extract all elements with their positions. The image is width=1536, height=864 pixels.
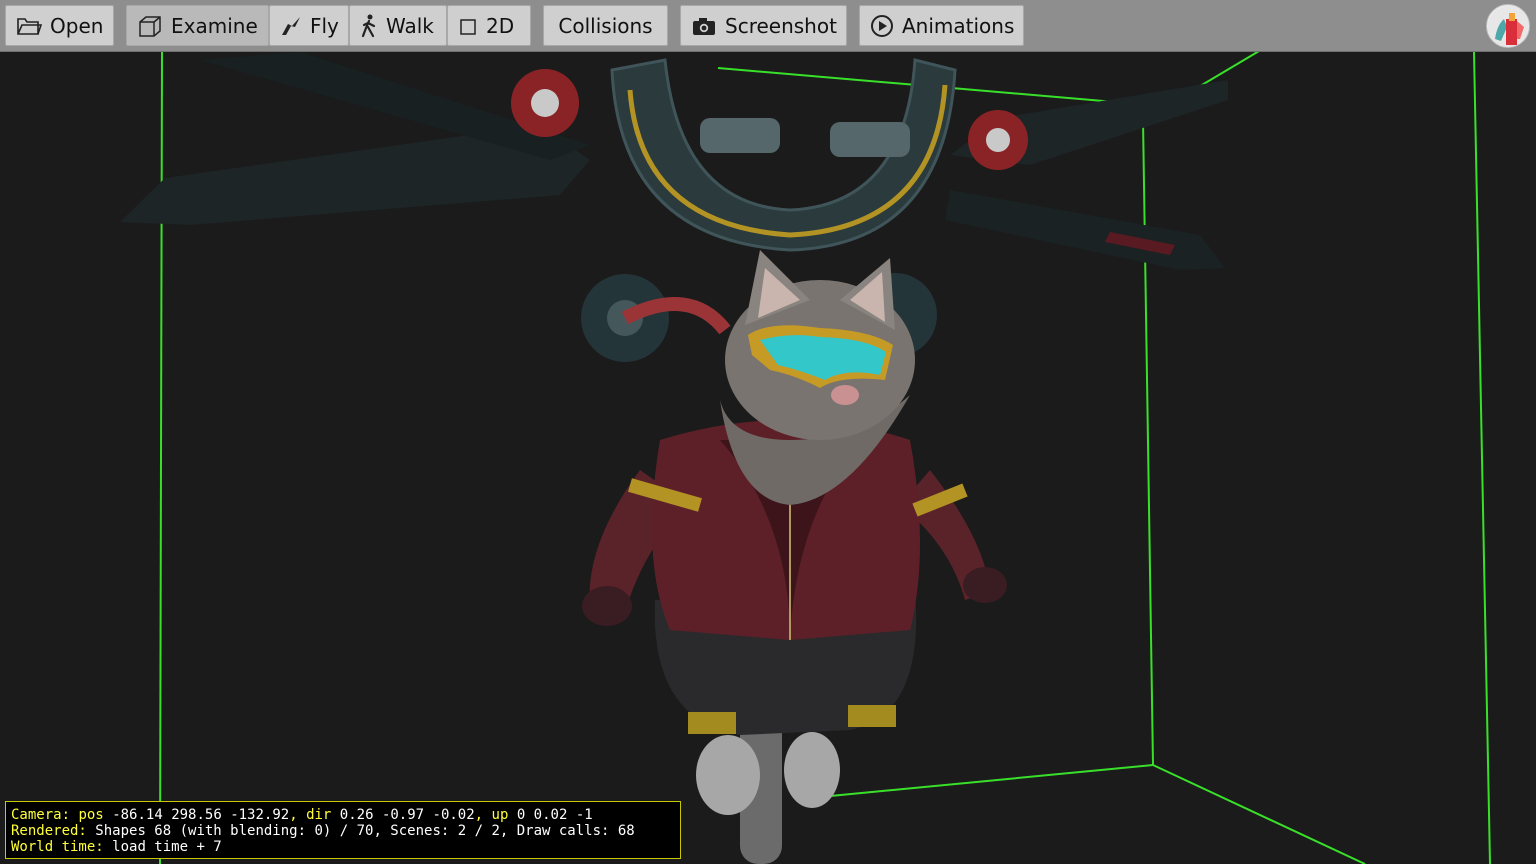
hud-world-time-line: World time: load time + 7 — [11, 839, 680, 855]
app-logo-icon — [1488, 6, 1529, 47]
hud-rendered-line: Rendered: Shapes 68 (with blending: 0) /… — [11, 823, 680, 839]
jetpack-model — [120, 52, 1228, 362]
screenshot-button[interactable]: Screenshot — [680, 5, 847, 46]
examine-button-label: Examine — [171, 13, 258, 38]
app-logo[interactable] — [1486, 4, 1530, 48]
play-circle-icon — [871, 14, 893, 37]
hud-camera-line: Camera: pos -86.14 298.56 -132.92, dir 0… — [11, 807, 593, 823]
walking-person-icon — [361, 14, 376, 37]
square-icon — [460, 18, 476, 35]
screenshot-button-label: Screenshot — [725, 13, 837, 38]
hud-dir-value: 0.26 -0.97 -0.02 — [339, 807, 475, 823]
open-button-label: Open — [50, 13, 104, 38]
open-button[interactable]: Open — [5, 5, 114, 46]
collisions-button-label: Collisions — [558, 13, 653, 38]
3d-viewport[interactable] — [0, 0, 1536, 864]
folder-icon — [17, 17, 42, 35]
animations-button[interactable]: Animations — [859, 5, 1024, 46]
2d-button[interactable]: 2D — [447, 5, 531, 46]
hud-up-value: 0 0.02 -1 — [516, 807, 593, 823]
hud-camera-key: Camera: — [11, 807, 71, 823]
hud-pos-key: pos — [78, 807, 104, 823]
collisions-button[interactable]: Collisions — [543, 5, 668, 46]
fly-button[interactable]: Fly — [269, 5, 349, 46]
hud-up-key: up — [491, 807, 509, 823]
animations-button-label: Animations — [902, 13, 1015, 38]
hud-world-time-key: World time: — [11, 839, 104, 855]
2d-button-label: 2D — [486, 13, 515, 38]
hud-pos-value: -86.14 298.56 -132.92 — [112, 807, 290, 823]
hud-rendered-key: Rendered: — [11, 823, 87, 839]
hud-world-time-value: load time + 7 — [112, 839, 222, 855]
scene-canvas[interactable] — [0, 0, 1536, 864]
cube-icon — [139, 15, 161, 37]
camera-info-hud: Camera: pos -86.14 298.56 -132.92, dir 0… — [5, 801, 681, 859]
hud-dir-key: dir — [306, 807, 332, 823]
fly-button-label: Fly — [310, 13, 339, 38]
toolbar: Open Examine Fly Walk 2D Collisions Scre… — [0, 0, 1536, 52]
camera-icon — [693, 17, 715, 35]
examine-button[interactable]: Examine — [126, 5, 269, 46]
bird-icon — [282, 16, 300, 35]
walk-button-label: Walk — [386, 13, 434, 38]
walk-button[interactable]: Walk — [349, 5, 447, 46]
hud-rendered-value: Shapes 68 (with blending: 0) / 70, Scene… — [95, 823, 635, 839]
